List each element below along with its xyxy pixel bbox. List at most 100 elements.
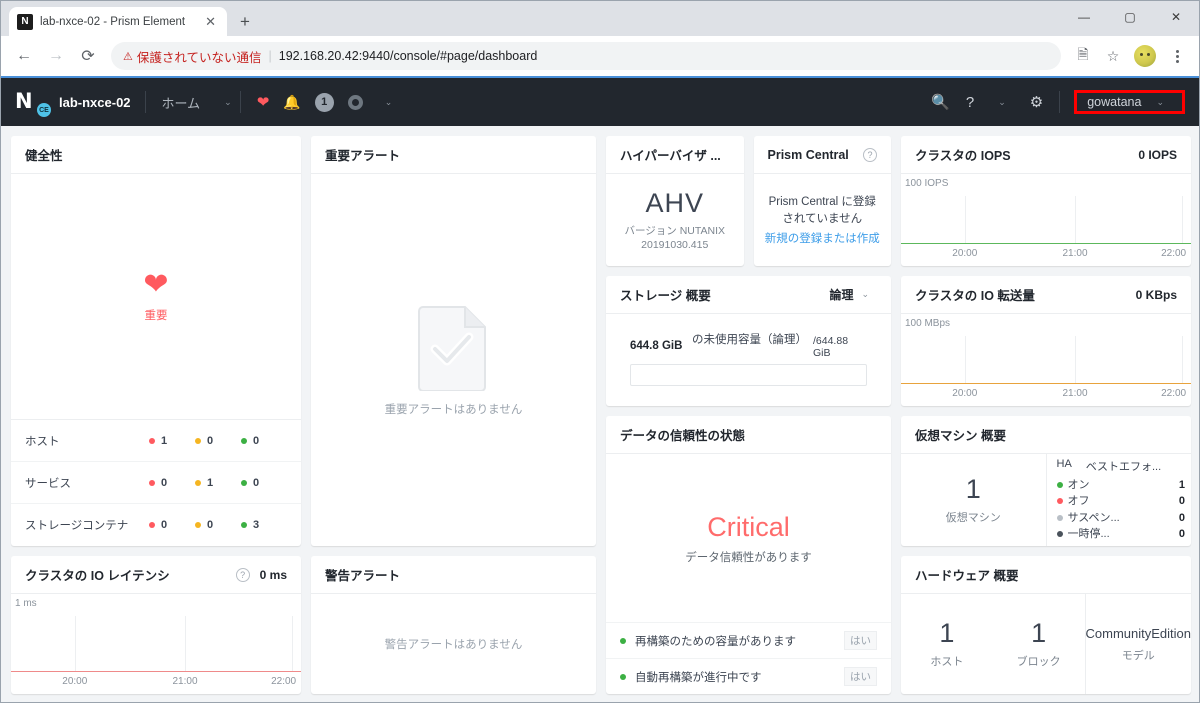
widget-vm-summary[interactable]: 仮想マシン 概要 1 仮想マシン HA ベストエフォ... オン 1 オフ 0 … (901, 416, 1191, 546)
security-warning[interactable]: ⚠ 保護されていない通信 (123, 47, 262, 66)
health-row[interactable]: サービス 0 1 0 (11, 462, 301, 504)
translate-icon[interactable]: 🗎 (1069, 42, 1097, 70)
health-heart-icon[interactable]: ❤ (257, 93, 270, 111)
widget-header: ストレージ 概要 論理 ⌄ (606, 276, 891, 314)
widget-cluster-io-bandwidth[interactable]: クラスタの IO 転送量 0 KBps 100 MBps 20:00 21:00 (901, 276, 1191, 406)
new-tab-button[interactable]: + (231, 8, 259, 36)
vm-state-label: 一時停... (1067, 528, 1110, 540)
back-icon[interactable]: ← (9, 41, 39, 71)
chevron-down-icon[interactable]: ⌄ (990, 97, 1014, 108)
empty-state: 重要アラートはありません (385, 303, 522, 417)
browser-tab[interactable]: N lab-nxce-02 - Prism Element ✕ (9, 7, 227, 36)
widget-title: ハードウェア 概要 (915, 569, 1019, 583)
vm-state-value: 0 (1178, 528, 1185, 540)
bookmark-star-icon[interactable]: ☆ (1099, 42, 1127, 70)
status-dot (1056, 514, 1063, 521)
widget-data-resiliency[interactable]: データの信頼性の状態 Critical データ信頼性があります 再構築のための容… (606, 416, 891, 694)
widget-header: ハードウェア 概要 (901, 556, 1191, 594)
widget-prism-central[interactable]: Prism Central ? Prism Central に登録 されていませ… (753, 136, 891, 266)
block-count: 1 (1031, 617, 1047, 648)
x-tick: 20:00 (62, 676, 88, 687)
profile-avatar[interactable] (1134, 45, 1156, 67)
nutanix-logo[interactable]: N CE (15, 89, 51, 117)
vm-state-value: 0 (1178, 495, 1185, 507)
chrome-menu-icon[interactable] (1163, 42, 1191, 70)
bell-icon[interactable]: 🔔 (283, 94, 300, 111)
health-row[interactable]: ホスト 1 0 0 (11, 420, 301, 462)
help-icon[interactable]: ? (966, 94, 974, 111)
chevron-down-icon[interactable]: ⌄ (216, 97, 240, 108)
prism-app: N CE lab-nxce-02 ホーム ⌄ ❤ 🔔 1 ⌄ 🔍 ? ⌄ ⚙ g… (1, 76, 1199, 702)
vm-state-label: オン (1067, 478, 1090, 491)
minimize-icon[interactable]: — (1061, 1, 1107, 33)
close-icon[interactable]: ✕ (202, 14, 219, 30)
critical-count: 0 (149, 519, 195, 531)
chevron-down-icon[interactable]: ⌄ (377, 97, 401, 108)
vm-state-value: 1 (1178, 478, 1185, 491)
alert-count-badge[interactable]: 1 (314, 92, 334, 112)
reload-icon[interactable]: ⟳ (73, 41, 103, 71)
widget-warning-alerts[interactable]: 警告アラート 警告アラートはありません (311, 556, 596, 694)
blocks-block: 1 ブロック (993, 594, 1085, 694)
widget-title: ストレージ 概要 (620, 289, 711, 303)
search-icon[interactable]: 🔍 (931, 93, 950, 111)
widget-body: 100 MBps 20:00 21:00 22:00 (901, 314, 1191, 406)
storage-view-selector[interactable]: 論理 (829, 286, 853, 303)
x-tick: 22:00 (1161, 388, 1187, 399)
warning-count: 1 (195, 477, 241, 489)
series-line (901, 382, 1191, 384)
status-dot (620, 673, 626, 680)
storage-usage-bar (630, 364, 867, 386)
vm-state-row: オフ 0 (1056, 493, 1185, 510)
hosts-block: 1 ホスト (901, 594, 993, 694)
logo-ce-badge: CE (37, 103, 51, 117)
x-axis: 20:00 21:00 22:00 (11, 676, 301, 692)
dashboard-grid: ハイパーバイザ ... AHV バージョン NUTANIX 20191030.4… (1, 126, 1199, 702)
chevron-down-icon[interactable]: ⌄ (853, 289, 877, 300)
help-icon[interactable]: ? (235, 567, 250, 582)
host-count: 1 (939, 617, 955, 648)
pc-register-link[interactable]: 新規の登録または作成 (765, 230, 880, 246)
widget-title: 仮想マシン 概要 (915, 429, 1006, 443)
widget-hypervisor-summary[interactable]: ハイパーバイザ ... AHV バージョン NUTANIX 20191030.4… (606, 136, 744, 266)
health-row-label: ホスト (25, 435, 60, 448)
address-bar[interactable]: ⚠ 保護されていない通信 | 192.168.20.42:9440/consol… (111, 42, 1061, 70)
storage-values: 644.8 GiB の未使用容量（論理） /644.88 GiB (630, 334, 867, 360)
widget-hardware-summary[interactable]: ハードウェア 概要 1 ホスト 1 ブロック CommunityEdition … (901, 556, 1191, 694)
close-window-icon[interactable]: ✕ (1153, 1, 1199, 33)
x-tick: 20:00 (952, 388, 978, 399)
widget-header: Prism Central ? (753, 136, 891, 174)
widget-cluster-iops[interactable]: クラスタの IOPS 0 IOPS 100 IOPS 20:00 21:00 2… (901, 136, 1191, 266)
hardware-split: 1 ホスト 1 ブロック CommunityEdition モデル (901, 594, 1191, 694)
chevron-down-icon: ⌄ (1156, 96, 1164, 107)
tasks-ring-icon[interactable] (347, 94, 363, 110)
widget-body: AHV バージョン NUTANIX 20191030.415 (606, 174, 744, 266)
forward-icon[interactable]: → (41, 41, 71, 71)
resiliency-status-block: Critical データ信頼性があります (606, 454, 891, 622)
model-block: CommunityEdition モデル (1084, 594, 1191, 694)
widget-body: 1 ms 20:00 21:00 22:00 (11, 594, 301, 694)
widget-body: 1 ホスト 1 ブロック CommunityEdition モデル (901, 594, 1191, 694)
y-axis-label: 100 IOPS (905, 178, 949, 189)
widget-critical-alerts[interactable]: 重要アラート 重要アラートはありません (311, 136, 596, 546)
maximize-icon[interactable]: ▢ (1107, 1, 1153, 33)
series-line (901, 242, 1191, 244)
x-axis: 20:00 21:00 22:00 (901, 248, 1191, 264)
health-row[interactable]: ストレージコンテナ 0 0 3 (11, 504, 301, 546)
user-menu[interactable]: gowatana ⌄ (1074, 90, 1185, 114)
widget-header: データの信頼性の状態 (606, 416, 891, 454)
gear-icon[interactable]: ⚙ (1030, 93, 1043, 111)
nav-menu-home[interactable]: ホーム (146, 93, 217, 112)
security-warning-label: 保護されていない通信 (136, 50, 262, 65)
widget-storage-summary[interactable]: ストレージ 概要 論理 ⌄ 644.8 GiB の未使用容量（論理） /644.… (606, 276, 891, 406)
widget-cluster-io-latency[interactable]: クラスタの IO レイテンシ ? 0 ms 1 ms 20:00 21:00 2… (11, 556, 301, 694)
widget-body: 1 仮想マシン HA ベストエフォ... オン 1 オフ 0 サスペン... 0… (901, 454, 1191, 546)
widget-health[interactable]: 健全性 ❤ 重要 ホスト 1 0 0 サービス 0 1 0 ストレージコンテナ … (11, 136, 301, 546)
status-dot (1056, 481, 1063, 488)
vm-count: 1 (965, 473, 981, 504)
vm-state-label: オフ (1067, 495, 1090, 507)
widget-body: 重要アラートはありません (311, 174, 596, 546)
logo-letter: N (15, 89, 33, 113)
vm-state-row: オン 1 (1056, 477, 1185, 494)
help-icon[interactable]: ? (863, 147, 877, 162)
